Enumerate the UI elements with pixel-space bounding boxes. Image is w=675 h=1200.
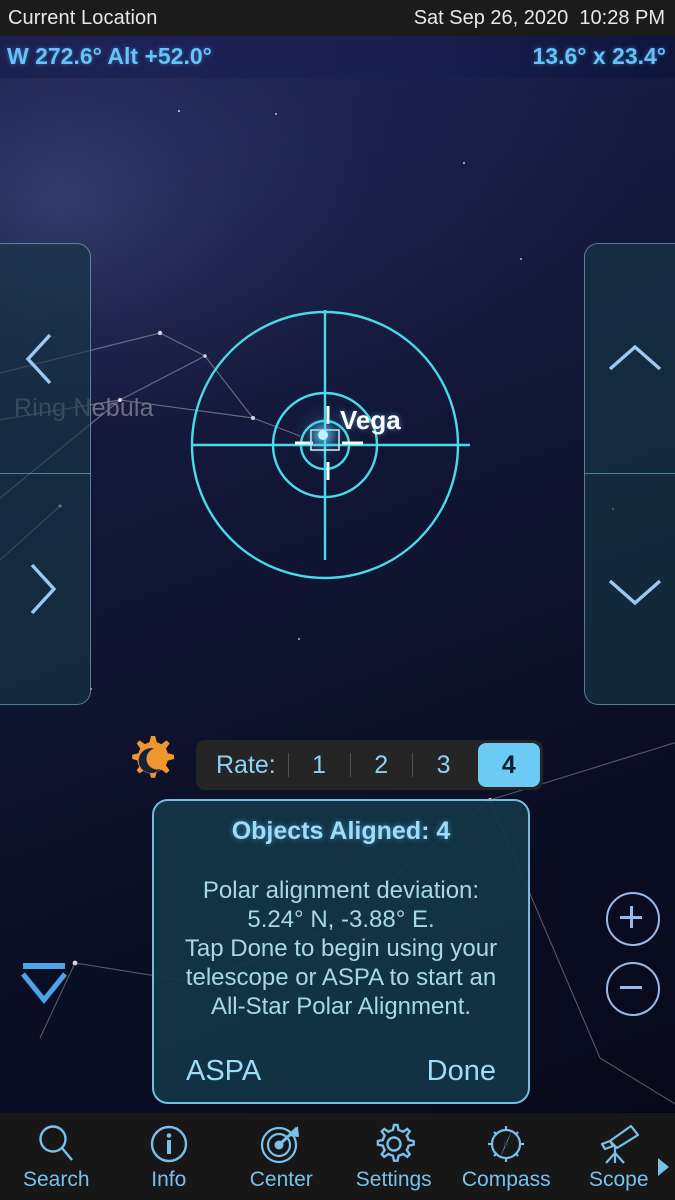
tab-compass[interactable]: Compass xyxy=(450,1113,563,1200)
collapse-down-icon[interactable] xyxy=(18,960,70,1006)
slew-right-button[interactable] xyxy=(0,473,91,705)
dialog-line-5: All-Star Polar Alignment. xyxy=(210,993,472,1020)
dialog-actions: ASPA Done xyxy=(154,1055,528,1088)
star-point xyxy=(463,162,465,164)
tab-label-search: Search xyxy=(22,1168,90,1191)
slew-up-button[interactable] xyxy=(584,243,675,474)
tab-info[interactable]: Info xyxy=(113,1113,226,1200)
bottom-tab-bar: Search Info Center Settings Compass Scop… xyxy=(0,1113,675,1200)
dialog-line-3: Tap Done to begin using your xyxy=(184,935,498,962)
chevron-up-icon xyxy=(608,344,662,371)
done-button[interactable]: Done xyxy=(427,1055,496,1088)
chevron-down-icon xyxy=(608,579,662,606)
tab-label-compass: Compass xyxy=(461,1168,551,1191)
dialog-title: Objects Aligned: 4 xyxy=(231,817,451,845)
zoom-in-button[interactable] xyxy=(606,892,660,946)
field-of-view: 13.6° x 23.4° xyxy=(532,43,667,69)
minus-icon xyxy=(620,986,642,989)
gear-icon xyxy=(371,1121,417,1167)
vega-label[interactable]: Vega xyxy=(340,405,401,436)
tab-label-settings: Settings xyxy=(355,1168,432,1191)
dialog-line-4: telescope or ASPA to start an xyxy=(185,964,497,991)
dialog-line-1: Polar alignment deviation: xyxy=(202,877,480,904)
datetime-label[interactable]: Sat Sep 26, 2020 10:28 PM xyxy=(414,7,665,30)
alignment-dialog: Objects Aligned: 4 Polar alignment devia… xyxy=(152,799,530,1104)
slew-down-button[interactable] xyxy=(584,473,675,705)
sky-safari-screen: Current Location Sat Sep 26, 2020 10:28 … xyxy=(0,0,675,1200)
compass-off-icon xyxy=(483,1121,529,1167)
rate-option-3[interactable]: 3 xyxy=(412,740,474,790)
coordinate-bar: W 272.6° Alt +52.0° 13.6° x 23.4° xyxy=(0,36,675,78)
plus-icon-v xyxy=(630,906,633,928)
star-point xyxy=(520,258,522,260)
tab-center[interactable]: Center xyxy=(225,1113,338,1200)
star-point xyxy=(298,638,300,640)
location-label[interactable]: Current Location xyxy=(8,7,157,30)
info-circle-icon xyxy=(147,1121,191,1167)
rate-label: Rate: xyxy=(216,750,276,779)
chevron-right-icon xyxy=(30,563,57,615)
top-status-bar: Current Location Sat Sep 26, 2020 10:28 … xyxy=(0,0,675,36)
center-target-icon xyxy=(258,1121,304,1167)
rate-option-1[interactable]: 1 xyxy=(287,740,350,790)
rate-option-2[interactable]: 2 xyxy=(350,740,412,790)
zoom-out-button[interactable] xyxy=(606,962,660,1016)
star-point xyxy=(275,113,277,115)
pointing-coordinates: W 272.6° Alt +52.0° xyxy=(7,43,212,69)
search-icon xyxy=(34,1121,78,1167)
tab-settings[interactable]: Settings xyxy=(338,1113,451,1200)
tab-search[interactable]: Search xyxy=(0,1113,113,1200)
dialog-message: Polar alignment deviation: 5.24° N, -3.8… xyxy=(154,876,528,1021)
chevron-left-icon xyxy=(25,333,52,385)
aspa-button[interactable]: ASPA xyxy=(186,1055,261,1088)
rate-control[interactable]: Rate: 1 2 3 4 xyxy=(196,740,543,790)
chevron-right-icon[interactable] xyxy=(655,1155,671,1179)
telescope-icon xyxy=(593,1121,645,1167)
star-point xyxy=(178,110,180,112)
vega-star-glow xyxy=(318,430,328,440)
gear-moon-icon[interactable] xyxy=(122,734,180,792)
dialog-line-2: 5.24° N, -3.88° E. xyxy=(247,906,435,933)
tab-label-scope: Scope xyxy=(588,1168,649,1191)
slew-left-button[interactable] xyxy=(0,243,91,474)
tab-label-info: Info xyxy=(151,1168,187,1191)
rate-option-4[interactable]: 4 xyxy=(477,743,541,787)
tab-label-center: Center xyxy=(249,1168,313,1191)
